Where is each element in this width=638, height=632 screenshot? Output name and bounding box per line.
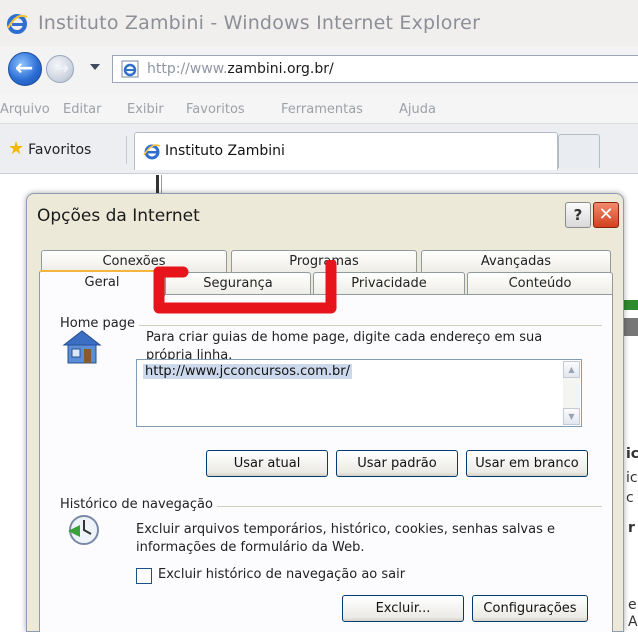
menu-bar: Arquivo Editar Exibir Favoritos Ferramen… [0,94,638,124]
favorites-label: Favoritos [28,142,92,158]
page-graphic [622,318,638,336]
window-titlebar: Instituto Zambini - Windows Internet Exp… [0,0,638,46]
back-button[interactable]: ← [8,52,42,86]
favorites-bar: ★ Favoritos Instituto Zambini [0,124,638,174]
page-ie-icon [143,144,161,160]
dialog-title: Opções da Internet [37,206,200,226]
arrow-right-icon: → [54,58,70,79]
menu-exibir[interactable]: Exibir [127,102,164,117]
browser-tab-active[interactable]: Instituto Zambini [134,132,558,170]
tab-conteudo[interactable]: Conteúdo [467,272,613,296]
separator [126,136,127,164]
internet-options-dialog: Opções da Internet ? ✕ Conexões Programa… [26,193,624,632]
page-ie-icon [121,60,139,78]
window-title: Instituto Zambini - Windows Internet Exp… [38,12,481,34]
new-tab-button[interactable] [558,134,600,168]
delete-history-on-exit-checkbox[interactable] [136,568,152,584]
help-button[interactable]: ? [565,202,591,228]
history-description: informações de formulário da Web. [136,540,365,555]
group-separator [60,325,602,326]
use-blank-button[interactable]: Usar em branco [466,450,588,477]
close-button[interactable]: ✕ [593,202,619,228]
delete-button[interactable]: Excluir... [342,595,464,622]
scroll-up-icon[interactable]: ▲ [563,361,580,378]
arrow-left-icon: ← [15,56,34,81]
use-current-button[interactable]: Usar atual [206,450,328,477]
menu-favoritos[interactable]: Favoritos [186,102,245,117]
browser-tab-label: Instituto Zambini [165,143,285,159]
forward-button[interactable]: → [46,55,74,83]
page-text-fragment: r [628,520,635,536]
textarea-scrollbar[interactable]: ▲ ▼ [563,361,580,425]
home-page-instructions: Para criar guias de home page, digite ca… [146,330,543,345]
history-clock-icon [68,515,99,545]
favorites-button[interactable]: ★ Favoritos [8,138,91,159]
address-url: http://www.zambini.org.br/ [147,61,334,77]
page-text-fragment: A [628,614,638,630]
delete-history-on-exit-label[interactable]: Excluir histórico de navegação ao sair [158,567,405,582]
internet-explorer-icon [7,14,28,34]
menu-ferramentas[interactable]: Ferramentas [281,102,363,117]
page-text-fragment: c [626,490,634,506]
address-input[interactable]: http://www.zambini.org.br/ [112,55,638,83]
menu-ajuda[interactable]: Ajuda [399,102,436,117]
scroll-down-icon[interactable]: ▼ [563,408,580,425]
star-icon: ★ [8,138,25,159]
settings-button[interactable]: Configurações [472,595,588,622]
page-text-fragment: ic [626,446,638,462]
page-text-fragment: e [628,597,637,613]
tab-avancadas[interactable]: Avançadas [421,250,611,274]
history-group-label: Histórico de navegação [60,497,217,512]
recent-pages-dropdown[interactable] [90,64,100,70]
red-highlight-mark [153,260,337,314]
home-page-url: http://www.jcconcursos.com.br/ [143,364,352,379]
page-text-fragment: ic [626,470,638,486]
home-icon [62,330,102,364]
navigation-bar: ← → http://www.zambini.org.br/ [0,46,638,94]
tab-panel-geral: Home page Para criar guias de home page,… [39,294,613,632]
use-default-button[interactable]: Usar padrão [336,450,458,477]
menu-arquivo[interactable]: Arquivo [0,102,50,117]
menu-editar[interactable]: Editar [63,102,102,117]
home-page-textarea[interactable]: http://www.jcconcursos.com.br/ ▲ ▼ [136,359,582,427]
history-description: Excluir arquivos temporários, histórico,… [136,522,555,537]
